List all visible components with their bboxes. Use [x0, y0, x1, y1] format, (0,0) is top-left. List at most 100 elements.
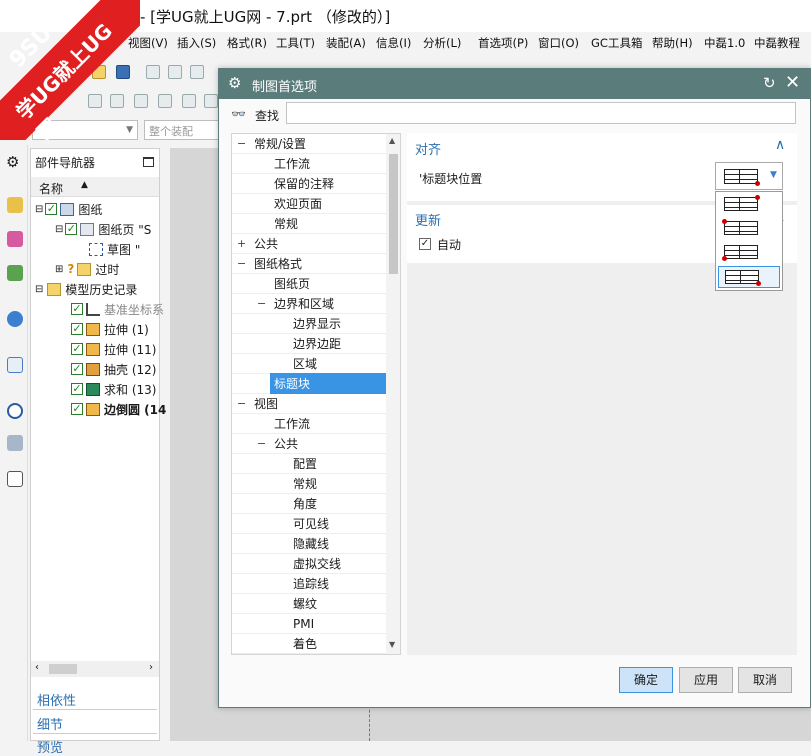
tree-item-visible-lines[interactable]: 可见线 [232, 514, 386, 534]
process-studio-icon[interactable] [7, 435, 23, 451]
ok-button[interactable]: 确定 [619, 667, 673, 693]
align-section-title[interactable]: 对齐 [415, 139, 441, 158]
table-icon[interactable] [134, 94, 148, 108]
section-preview[interactable]: 预览 [37, 737, 63, 756]
nav-row-edge-blend[interactable]: ✓ 边倒圆 (14 [71, 399, 166, 419]
menu-window[interactable]: 窗口(O) [538, 35, 579, 51]
tree-item-drawing-format[interactable]: − 图纸格式 [232, 254, 386, 274]
tree-item-border-display[interactable]: 边界显示 [232, 314, 386, 334]
tree-item-virtual-intersections[interactable]: 虚拟交线 [232, 554, 386, 574]
tree-item-view-common[interactable]: − 公共 [232, 434, 386, 454]
tree-item-welcome-page[interactable]: 欢迎页面 [232, 194, 386, 214]
tree-item-workflow[interactable]: 工作流 [232, 154, 386, 174]
grid-icon[interactable] [158, 94, 172, 108]
save-icon[interactable] [116, 65, 130, 79]
tree-item-angle[interactable]: 角度 [232, 494, 386, 514]
tree-item-shading[interactable]: 着色 [232, 634, 386, 654]
navigator-horizontal-scrollbar[interactable]: ‹ › [31, 661, 159, 677]
roles-icon[interactable] [7, 471, 23, 487]
title-block-position-dropdown[interactable]: ▼ [715, 162, 783, 190]
tree-item-trace-lines[interactable]: 追踪线 [232, 574, 386, 594]
dialog-title-bar[interactable]: ⚙ 制图首选项 ↻ ✕ [219, 69, 810, 99]
nav-row-extrude-1[interactable]: ✓ 拉伸 (1) [71, 319, 149, 339]
tree-item-pmi[interactable]: PMI [232, 614, 386, 634]
find-input[interactable] [286, 102, 796, 124]
tree-item-view-general[interactable]: 常规 [232, 474, 386, 494]
option-top-left[interactable] [718, 218, 780, 240]
menu-gc-toolbox[interactable]: GC工具箱 [591, 35, 642, 51]
close-icon[interactable]: ✕ [785, 72, 800, 93]
copy-icon[interactable] [168, 65, 182, 79]
image-icon[interactable] [182, 94, 196, 108]
update-section-title[interactable]: 更新 [415, 210, 441, 229]
dimension-icon[interactable] [204, 94, 218, 108]
menu-assembly[interactable]: 装配(A) [326, 35, 366, 51]
nav-row-datum-csys[interactable]: ✓ 基准坐标系 [71, 299, 164, 319]
menu-insert[interactable]: 插入(S) [177, 35, 216, 51]
settings-gear-icon[interactable]: ⚙ [6, 153, 19, 171]
option-bottom-left[interactable] [718, 242, 780, 264]
note-icon[interactable] [88, 94, 102, 108]
tree-item-common[interactable]: + 公共 [232, 234, 386, 254]
menu-help[interactable]: 帮助(H) [652, 35, 693, 51]
assembly-scope-dropdown[interactable]: 整个装配 [144, 120, 224, 140]
auto-update-checkbox[interactable]: ✓ [419, 238, 431, 250]
scroll-down-icon[interactable]: ▼ [389, 640, 395, 649]
paste-icon[interactable] [190, 65, 204, 79]
tree-item-view-workflow[interactable]: 工作流 [232, 414, 386, 434]
nav-row-unite[interactable]: ✓ 求和 (13) [71, 379, 156, 399]
assembly-navigator-icon[interactable] [7, 197, 23, 213]
collapse-caret-icon[interactable]: ∧ [775, 137, 785, 153]
menu-zhonglei[interactable]: 中磊1.0 [704, 35, 745, 51]
open-folder-icon[interactable] [92, 65, 106, 79]
constraint-navigator-icon[interactable] [7, 231, 23, 247]
name-column-header[interactable]: 名称 ▲ [31, 177, 159, 197]
section-details[interactable]: 细节 [37, 714, 63, 733]
nav-row-shell[interactable]: ✓ 抽壳 (12) [71, 359, 156, 379]
scroll-thumb[interactable] [49, 664, 77, 674]
scroll-thumb[interactable] [389, 154, 398, 274]
menu-view[interactable]: 视图(V) [128, 35, 168, 51]
scroll-right-icon[interactable]: › [149, 662, 153, 673]
tree-item-hidden-lines[interactable]: 隐藏线 [232, 534, 386, 554]
option-top-right[interactable] [718, 194, 780, 216]
tree-item-threads[interactable]: 螺纹 [232, 594, 386, 614]
menu-format[interactable]: 格式(R) [227, 35, 267, 51]
tree-item-zones[interactable]: 区域 [232, 354, 386, 374]
reset-icon[interactable]: ↻ [763, 74, 776, 92]
reuse-library-icon[interactable] [7, 357, 23, 373]
scroll-up-icon[interactable]: ▲ [389, 136, 395, 145]
tree-item-title-block[interactable]: 标题块 [232, 373, 386, 394]
menu-info[interactable]: 信息(I) [376, 35, 411, 51]
nav-row-sheet[interactable]: ⊟ ✓ 图纸页 "S [55, 219, 151, 239]
option-bottom-right[interactable] [718, 266, 780, 288]
nav-row-drawing[interactable]: ⊟ ✓ 图纸 [35, 199, 102, 219]
nav-row-outdated[interactable]: ⊞? 过时 [55, 259, 119, 279]
cancel-button[interactable]: 取消 [738, 667, 792, 693]
tree-item-view[interactable]: − 视图 [232, 394, 386, 414]
type-filter-dropdown[interactable]: ▼ [32, 120, 138, 140]
part-navigator-icon[interactable] [7, 265, 23, 281]
tree-item-drawing-sheet[interactable]: 图纸页 [232, 274, 386, 294]
menu-analysis[interactable]: 分析(L) [423, 35, 461, 51]
scroll-left-icon[interactable]: ‹ [35, 662, 39, 673]
maximize-icon[interactable] [143, 157, 154, 167]
menu-zhonglei-tutorial[interactable]: 中磊教程 [754, 35, 800, 51]
symbol-icon[interactable] [110, 94, 124, 108]
tree-item-configuration[interactable]: 配置 [232, 454, 386, 474]
menu-preferences[interactable]: 首选项(P) [478, 35, 528, 51]
web-browser-icon[interactable] [7, 311, 23, 327]
section-dependencies[interactable]: 相依性 [37, 690, 76, 709]
tree-item-general[interactable]: 常规 [232, 214, 386, 234]
cut-icon[interactable] [146, 65, 160, 79]
tree-item-borders-zones[interactable]: − 边界和区域 [232, 294, 386, 314]
tree-item-retained-annotations[interactable]: 保留的注释 [232, 174, 386, 194]
history-clock-icon[interactable] [7, 403, 23, 419]
apply-button[interactable]: 应用 [679, 667, 733, 693]
nav-row-model-history[interactable]: ⊟ 模型历史记录 [35, 279, 137, 299]
nav-row-extrude-11[interactable]: ✓ 拉伸 (11) [71, 339, 156, 359]
tree-vertical-scrollbar[interactable]: ▲ ▼ [386, 134, 400, 654]
tree-item-border-margin[interactable]: 边界边距 [232, 334, 386, 354]
menu-tools[interactable]: 工具(T) [276, 35, 315, 51]
nav-row-sketch[interactable]: 草图 " [89, 239, 140, 259]
